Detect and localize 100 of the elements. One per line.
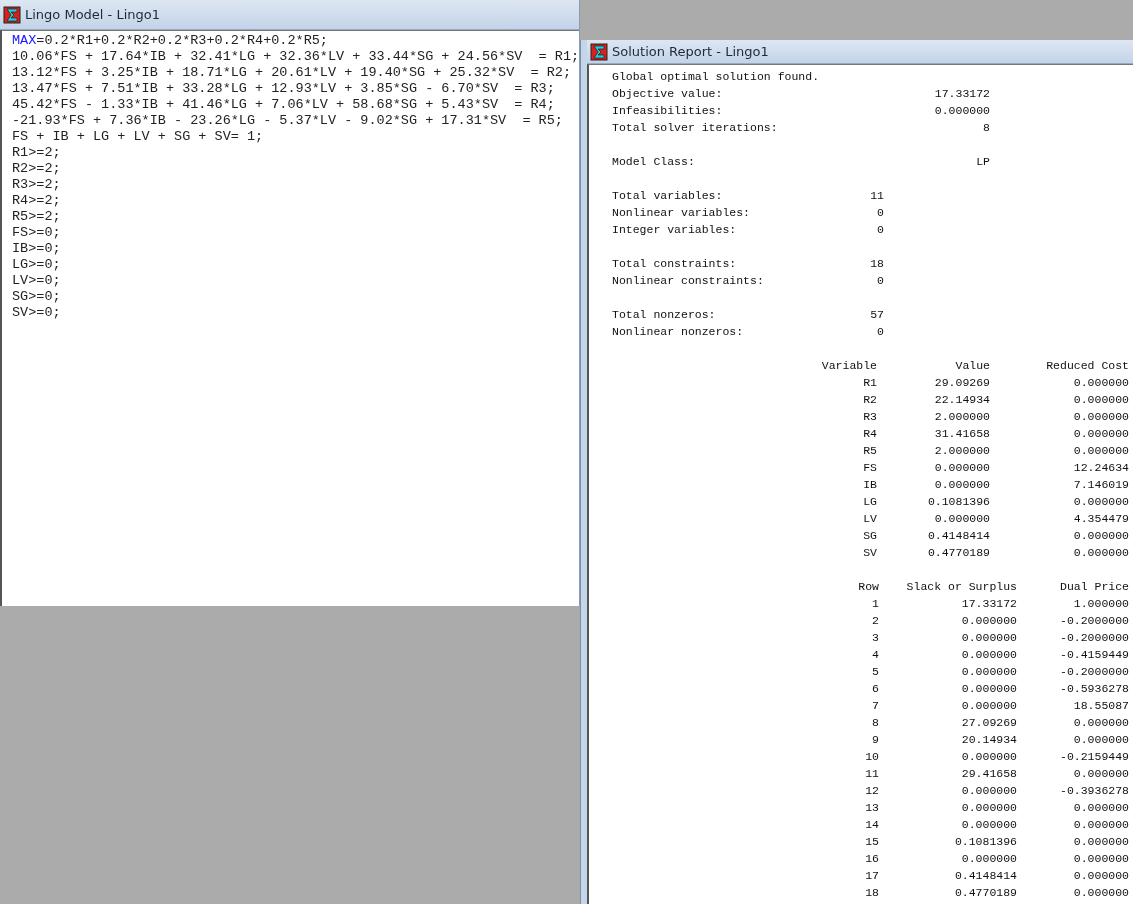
- code-line: R4>=2;: [12, 193, 62, 209]
- code-line: R2>=2;: [12, 161, 62, 177]
- stat-label: Total constraints:: [611, 256, 738, 272]
- window-title: Lingo Model - Lingo1: [25, 7, 160, 22]
- table-cell: 0.000000: [934, 478, 990, 491]
- table-cell: 2.000000: [934, 444, 990, 457]
- table-cell: 29.41658: [961, 767, 1017, 780]
- code-line: R1>=2;: [12, 145, 62, 161]
- table-cell: 7.146019: [1073, 478, 1129, 491]
- stat-value: 57: [870, 308, 884, 321]
- table-cell: 0.000000: [1073, 801, 1129, 814]
- table-cell: 5: [872, 665, 879, 678]
- table-cell: SV: [863, 546, 877, 559]
- table-cell: R1: [863, 376, 877, 389]
- app-icon: [3, 5, 21, 24]
- table-cell: 12.24634: [1073, 461, 1129, 474]
- table-cell: 2: [872, 614, 879, 627]
- table-cell: 0.000000: [1073, 546, 1129, 559]
- window-title: Solution Report - Lingo1: [612, 44, 769, 59]
- table-cell: 0.000000: [1073, 376, 1129, 389]
- code-line: R5>=2;: [12, 209, 62, 225]
- table-cell: 1: [872, 597, 879, 610]
- stat-label: Nonlinear nonzeros:: [611, 324, 745, 340]
- table-cell: SG: [863, 529, 877, 542]
- column-header: Variable: [821, 359, 877, 372]
- table-cell: -0.2000000: [1060, 614, 1129, 627]
- table-cell: 3: [872, 631, 879, 644]
- table-cell: 9: [872, 733, 879, 746]
- table-cell: 0.000000: [1073, 869, 1129, 882]
- code-line: FS>=0;: [12, 225, 62, 241]
- table-cell: -0.5936278: [1060, 682, 1129, 695]
- table-cell: -0.3936278: [1060, 784, 1129, 797]
- code-line: FS + IB + LG + LV + SG + SV= 1;: [12, 129, 265, 145]
- table-cell: 7: [872, 699, 879, 712]
- table-cell: IB: [863, 478, 877, 491]
- stat-value: 0.000000: [934, 104, 990, 117]
- table-cell: 0.000000: [1073, 716, 1129, 729]
- code-line: 45.42*FS - 1.33*IB + 41.46*LG + 7.06*LV + 58.68*SG + 5.43*SV = R4;: [12, 97, 556, 113]
- table-cell: 0.000000: [934, 512, 990, 525]
- stat-label: Total solver iterations:: [611, 120, 779, 136]
- table-cell: 2.000000: [934, 410, 990, 423]
- stat-label: Integer variables:: [611, 222, 738, 238]
- table-cell: 0.000000: [961, 852, 1017, 865]
- stat-label: Model Class:: [611, 154, 696, 170]
- table-cell: 0.1081396: [927, 495, 990, 508]
- table-cell: 0.4770189: [927, 546, 990, 559]
- table-cell: -0.2000000: [1060, 631, 1129, 644]
- table-cell: 27.09269: [961, 716, 1017, 729]
- table-cell: 0.000000: [961, 665, 1017, 678]
- table-cell: 0.000000: [1073, 410, 1129, 423]
- table-cell: 0.000000: [961, 682, 1017, 695]
- table-cell: 11: [865, 767, 879, 780]
- stat-value: 0: [877, 325, 884, 338]
- table-cell: 0.000000: [1073, 767, 1129, 780]
- code-line: 10.06*FS + 17.64*IB + 32.41*LG + 32.36*LV + 33.44*SG + 24.56*SV = R1;: [12, 49, 579, 65]
- table-cell: 17.33172: [961, 597, 1017, 610]
- code-line: 13.47*FS + 7.51*IB + 33.28*LG + 12.93*LV + 3.85*SG - 6.70*SV = R3;: [12, 81, 556, 97]
- code-line: LG>=0;: [12, 257, 62, 273]
- stat-label: Total variables:: [611, 188, 724, 204]
- table-cell: 0.000000: [1073, 835, 1129, 848]
- table-cell: 0.000000: [961, 631, 1017, 644]
- table-cell: -0.2000000: [1060, 665, 1129, 678]
- code-line: 13.12*FS + 3.25*IB + 18.71*LG + 20.61*LV + 19.40*SG + 25.32*SV = R2;: [12, 65, 572, 81]
- code-line: IB>=0;: [12, 241, 62, 257]
- table-cell: 0.000000: [1073, 427, 1129, 440]
- table-cell: R3: [863, 410, 877, 423]
- table-cell: 17: [865, 869, 879, 882]
- stat-value: 11: [870, 189, 884, 202]
- table-cell: 0.000000: [1073, 529, 1129, 542]
- code-line: LV>=0;: [12, 273, 62, 289]
- table-cell: LV: [863, 512, 877, 525]
- column-header: Slack or Surplus: [906, 580, 1017, 593]
- table-cell: FS: [863, 461, 877, 474]
- stat-value: 17.33172: [934, 87, 990, 100]
- stat-label: Nonlinear variables:: [611, 205, 752, 221]
- table-cell: 16: [865, 852, 879, 865]
- status-text: Global optimal solution found.: [611, 69, 820, 85]
- stat-value: LP: [976, 155, 990, 168]
- table-cell: 0.000000: [961, 614, 1017, 627]
- table-cell: 0.000000: [961, 750, 1017, 763]
- table-cell: 22.14934: [934, 393, 990, 406]
- table-cell: 0.000000: [961, 699, 1017, 712]
- table-cell: 14: [865, 818, 879, 831]
- stat-label: Objective value:: [611, 86, 724, 102]
- table-cell: 0.4148414: [954, 869, 1017, 882]
- code-line: -21.93*FS + 7.36*IB - 23.26*LG - 5.37*LV - 9.02*SG + 17.31*SV = R5;: [12, 113, 564, 129]
- column-header: Reduced Cost: [1046, 359, 1129, 372]
- app-icon: [590, 42, 608, 61]
- table-cell: 0.000000: [934, 461, 990, 474]
- stat-value: 0: [877, 274, 884, 287]
- column-header: Row: [858, 580, 879, 593]
- column-header: Value: [955, 359, 990, 372]
- table-cell: 18: [865, 886, 879, 899]
- table-cell: 0.000000: [1073, 393, 1129, 406]
- table-cell: 0.4770189: [954, 886, 1017, 899]
- table-cell: 13: [865, 801, 879, 814]
- table-cell: 0.1081396: [954, 835, 1017, 848]
- table-cell: 15: [865, 835, 879, 848]
- table-cell: 10: [865, 750, 879, 763]
- stat-value: 18: [870, 257, 884, 270]
